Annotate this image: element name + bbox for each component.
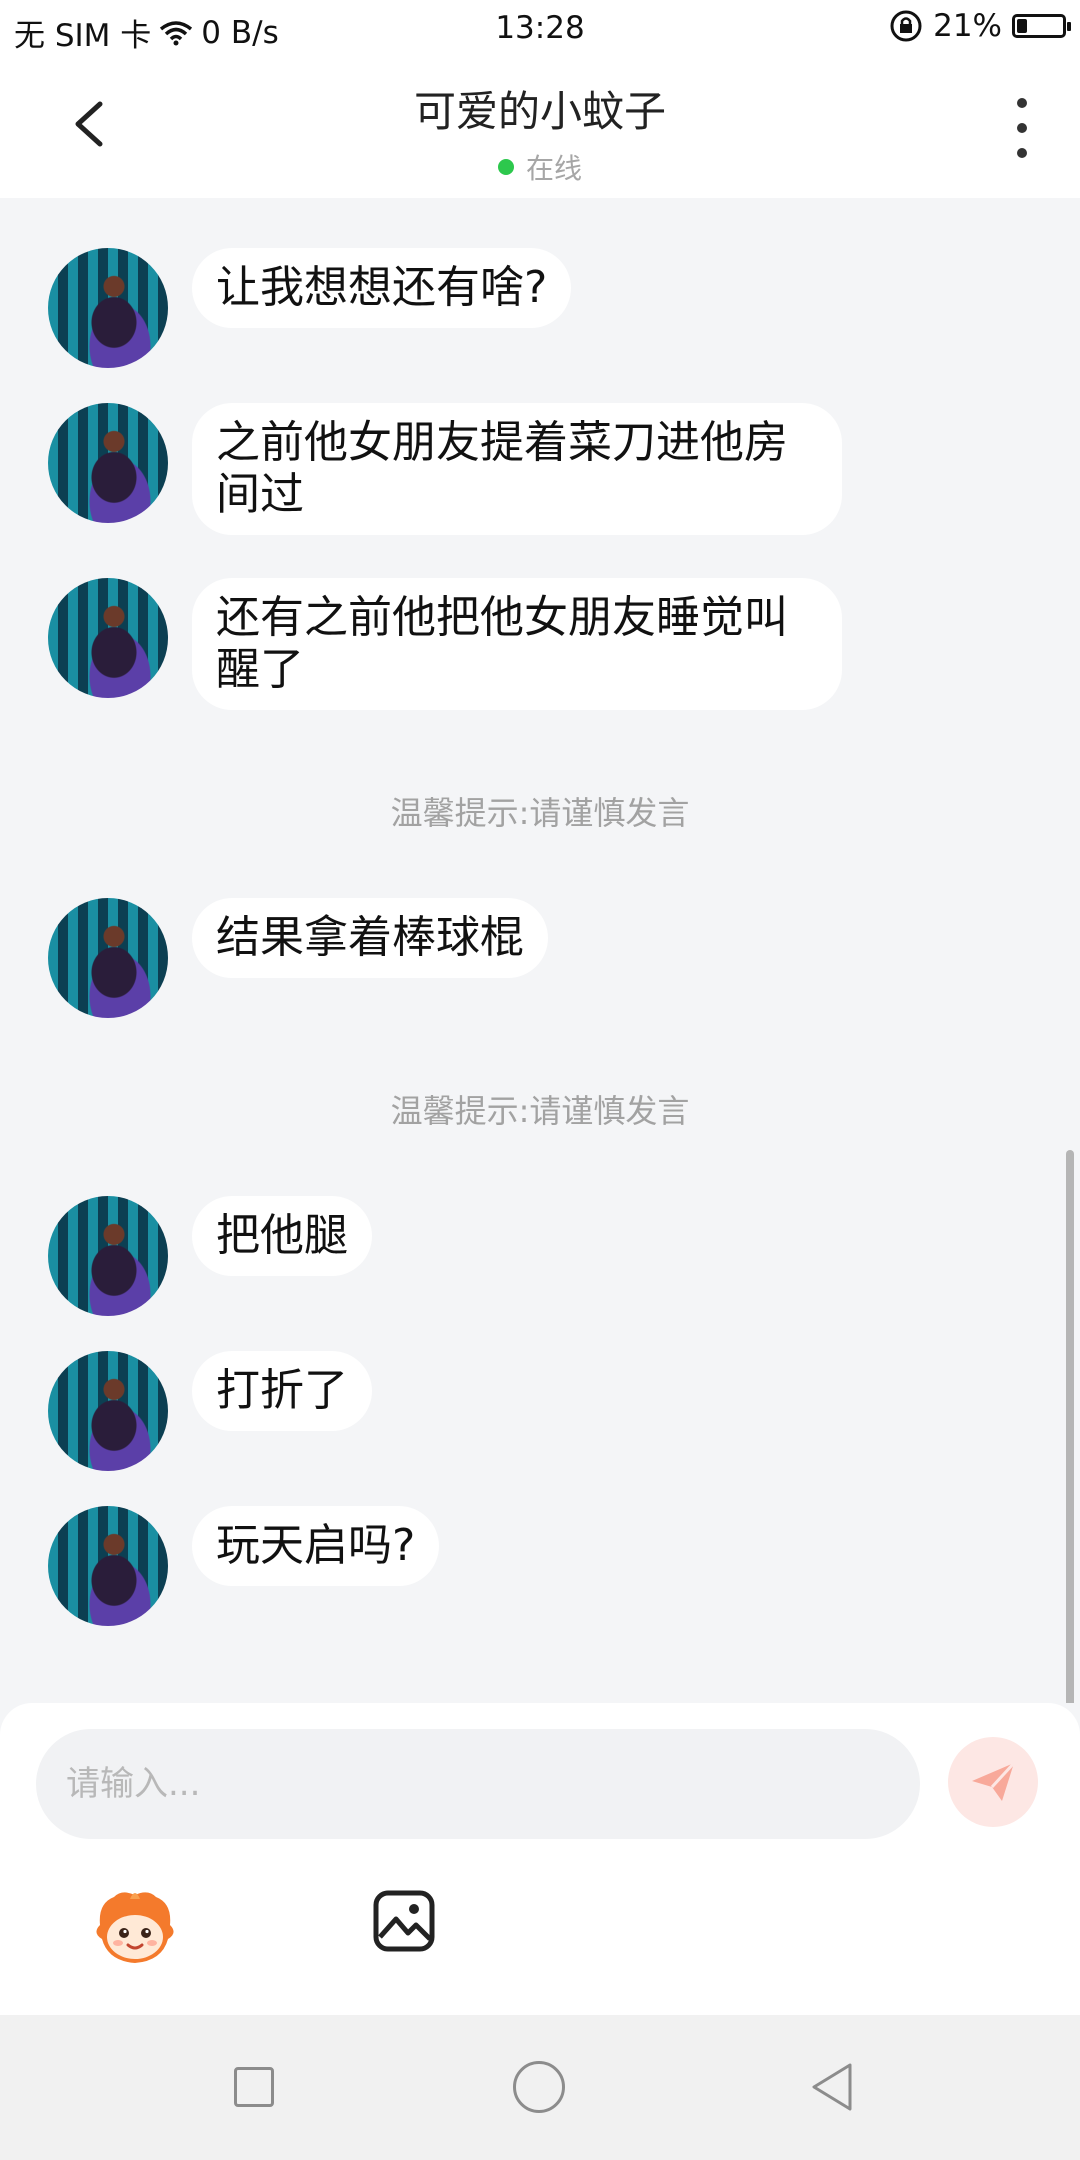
battery-fill xyxy=(1017,19,1028,33)
send-button[interactable] xyxy=(948,1737,1038,1827)
message-bubble[interactable]: 结果拿着棒球棍 xyxy=(192,898,548,978)
message-bubble[interactable]: 玩天启吗? xyxy=(192,1506,440,1586)
chat-scrollbar[interactable] xyxy=(1066,1150,1074,1703)
dot xyxy=(1017,123,1027,133)
input-panel xyxy=(0,1703,1080,2015)
message-row: 让我想想还有啥? xyxy=(48,248,572,368)
system-nav-bar xyxy=(0,2015,1080,2160)
message-row: 打折了 xyxy=(48,1351,372,1471)
title-wrap: 可爱的小蚊子 在线 xyxy=(0,78,1080,187)
contact-avatar[interactable] xyxy=(48,403,168,523)
contact-avatar[interactable] xyxy=(48,578,168,698)
image-button[interactable] xyxy=(372,1889,436,1953)
message-bubble[interactable]: 还有之前他把他女朋友睡觉叫醒了 xyxy=(192,578,842,710)
nav-back-button[interactable] xyxy=(806,2059,856,2115)
message-row: 还有之前他把他女朋友睡觉叫醒了 xyxy=(48,578,842,710)
message-bubble[interactable]: 把他腿 xyxy=(192,1196,372,1276)
contact-avatar[interactable] xyxy=(48,1196,168,1316)
message-input[interactable] xyxy=(36,1729,920,1839)
battery-icon xyxy=(1012,14,1071,38)
status-bar: 无 SIM 卡 0 B/s 13:28 21% xyxy=(0,0,1080,56)
chat-header: 可爱的小蚊子 在线 xyxy=(0,56,1080,198)
more-options-button[interactable] xyxy=(1010,98,1034,158)
rotation-lock-icon xyxy=(890,10,922,42)
online-status: 在线 xyxy=(0,147,1080,187)
paper-plane-icon xyxy=(972,1761,1016,1801)
system-tip: 温馨提示:请谨慎发言 xyxy=(390,1092,690,1130)
online-dot xyxy=(497,159,514,175)
vertical-dots-icon xyxy=(1017,98,1027,108)
system-tip: 温馨提示:请谨慎发言 xyxy=(390,794,690,832)
online-status-text: 在线 xyxy=(525,152,582,185)
contact-avatar[interactable] xyxy=(48,1351,168,1471)
message-bubble[interactable]: 之前他女朋友提着菜刀进他房间过 xyxy=(192,403,842,535)
triangle-back-icon xyxy=(812,2063,852,2111)
message-row: 之前他女朋友提着菜刀进他房间过 xyxy=(48,403,842,535)
message-bubble[interactable]: 打折了 xyxy=(192,1351,372,1431)
message-row: 玩天启吗? xyxy=(48,1506,440,1626)
message-row: 把他腿 xyxy=(48,1196,372,1316)
contact-name: 可爱的小蚊子 xyxy=(413,87,666,136)
recent-apps-button[interactable] xyxy=(234,2067,274,2107)
contact-avatar[interactable] xyxy=(48,1506,168,1626)
message-row: 结果拿着棒球棍 xyxy=(48,898,548,1018)
contact-avatar[interactable] xyxy=(48,248,168,368)
status-right: 21% xyxy=(889,8,1071,44)
message-bubble[interactable]: 让我想想还有啥? xyxy=(192,248,572,328)
chat-message-list[interactable]: 让我想想还有啥? 之前他女朋友提着菜刀进他房间过 还有之前他把他女朋友睡觉叫醒了… xyxy=(0,198,1080,1703)
image-icon xyxy=(373,1890,435,1952)
contact-avatar[interactable] xyxy=(48,898,168,1018)
home-button[interactable] xyxy=(513,2061,565,2113)
dot xyxy=(1017,148,1027,158)
battery-text: 21% xyxy=(933,8,1002,44)
mascot-emoji-icon xyxy=(96,1892,174,1963)
emoji-button[interactable] xyxy=(92,1885,178,1971)
